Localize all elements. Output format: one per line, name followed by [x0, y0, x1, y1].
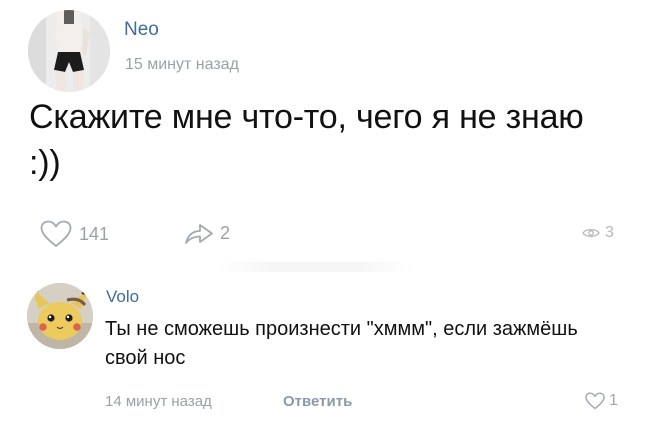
post-author-name[interactable]: Neo [124, 20, 159, 39]
post-timestamp: 15 минут назад [125, 56, 239, 73]
comment-author-name[interactable]: Volo [106, 288, 139, 305]
post-like-button[interactable]: 141 [40, 220, 109, 248]
post-share-button[interactable]: 2 [183, 220, 230, 246]
post-author-avatar[interactable] [28, 10, 110, 92]
post-views: 3 [582, 225, 614, 241]
comment-author-avatar[interactable] [27, 283, 93, 349]
heart-icon [40, 220, 72, 247]
person-photo-avatar-icon [28, 10, 110, 92]
pikachu-avatar-icon [27, 283, 93, 349]
eye-icon [582, 228, 600, 238]
post-like-count: 141 [79, 224, 110, 244]
reply-button[interactable]: Ответить [283, 394, 352, 409]
comment-text: Ты не сможешь произнести "хммм", если за… [105, 318, 578, 369]
comment-like-button[interactable]: 1 [585, 392, 618, 410]
post-view-count: 3 [605, 224, 614, 241]
share-arrow-icon [185, 224, 213, 244]
comment-timestamp: 14 минут назад [105, 393, 212, 410]
post-share-count: 2 [220, 223, 231, 243]
bleed-through-artifact [215, 262, 415, 272]
comment-like-count: 1 [609, 392, 618, 409]
post-text: Скажите мне что-то, чего я не знаю :)) [29, 98, 584, 182]
heart-icon [585, 392, 605, 410]
